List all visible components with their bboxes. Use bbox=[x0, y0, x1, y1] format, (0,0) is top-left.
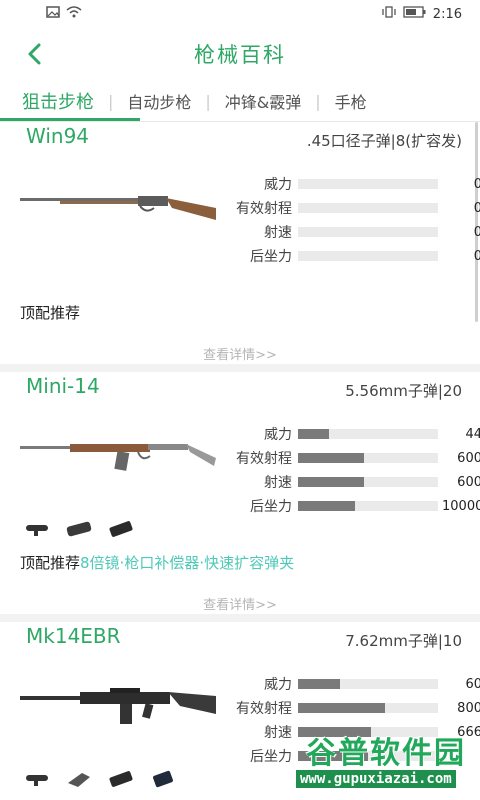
stat-value: 60 bbox=[465, 676, 480, 692]
stat-bar-fill bbox=[298, 429, 329, 439]
status-bar: 2:16 bbox=[0, 0, 480, 28]
tab-divider: | bbox=[205, 91, 211, 111]
gun-ammo: 7.62mm子弹|10 bbox=[345, 632, 462, 650]
recommend-label: 顶配推荐 bbox=[20, 554, 81, 572]
gun-card-mini14[interactable]: Mini-14 5.56mm子弹|20 威力 44 有效射程 600 射速 600 后坐力 1… bbox=[0, 372, 480, 620]
wifi-icon bbox=[66, 6, 82, 22]
vibrate-icon bbox=[381, 6, 397, 22]
chevron-left-icon bbox=[28, 43, 41, 65]
tab-assault-rifle[interactable]: 自动步枪 bbox=[127, 89, 191, 113]
stat-bar bbox=[298, 501, 438, 511]
stat-value: 10000 bbox=[442, 498, 480, 514]
stat-bar-fill bbox=[298, 679, 340, 689]
card-separator bbox=[0, 614, 480, 622]
scope-icon[interactable] bbox=[22, 766, 52, 792]
stat-bar bbox=[298, 453, 438, 463]
stat-label: 后坐力 bbox=[250, 749, 292, 765]
stat-row: 威力 0 bbox=[222, 174, 480, 194]
back-button[interactable] bbox=[22, 40, 50, 68]
gun-ammo: 5.56mm子弹|20 bbox=[345, 382, 462, 400]
stock-icon[interactable] bbox=[64, 766, 94, 792]
stat-value: 600 bbox=[457, 474, 480, 490]
accessories-row bbox=[22, 766, 178, 792]
accessories-row bbox=[22, 516, 136, 542]
stat-value: 0 bbox=[473, 200, 480, 216]
stat-label: 射速 bbox=[264, 475, 292, 491]
muzzle-icon[interactable] bbox=[64, 516, 94, 542]
view-details-link[interactable]: 查看详情>> bbox=[0, 594, 480, 613]
stat-label: 射速 bbox=[264, 725, 292, 741]
stat-value: 0 bbox=[473, 248, 480, 264]
stat-row: 射速 0 bbox=[222, 222, 480, 242]
stat-value: 44 bbox=[465, 426, 480, 442]
stat-row: 后坐力 0 bbox=[222, 246, 480, 266]
stat-label: 有效射程 bbox=[236, 201, 292, 217]
stat-value: 800 bbox=[457, 700, 480, 716]
stat-value: 0 bbox=[473, 176, 480, 192]
stat-bar bbox=[298, 703, 438, 713]
stat-row: 后坐力 10000 bbox=[222, 496, 480, 516]
magazine-icon[interactable] bbox=[106, 516, 136, 542]
stat-bar bbox=[298, 203, 438, 213]
battery-icon bbox=[403, 6, 427, 22]
stat-bar bbox=[298, 679, 438, 689]
stat-label: 威力 bbox=[264, 427, 292, 443]
watermark-brand: 谷普软件园 bbox=[306, 736, 466, 771]
magazine-icon[interactable] bbox=[148, 766, 178, 792]
tab-sniper-rifle[interactable]: 狙击步枪 bbox=[22, 88, 94, 114]
stat-bar bbox=[298, 251, 438, 261]
page-title: 枪械百科 bbox=[194, 43, 286, 67]
status-time: 2:16 bbox=[432, 6, 462, 22]
watermark: 谷普软件园 www.gupuxiazai.com bbox=[296, 728, 476, 798]
tab-divider: | bbox=[315, 91, 321, 111]
stat-label: 射速 bbox=[264, 225, 292, 241]
tab-smg-shotgun[interactable]: 冲锋&霰弹 bbox=[225, 89, 301, 113]
magazine-icon[interactable] bbox=[106, 766, 136, 792]
view-details-link[interactable]: 查看详情>> bbox=[0, 344, 480, 363]
header: 枪械百科 bbox=[0, 28, 480, 80]
gun-ammo: .45口径子弹|8(扩容发) bbox=[306, 132, 462, 150]
stat-row: 威力 44 bbox=[222, 424, 480, 444]
stat-bar bbox=[298, 179, 438, 189]
category-tabs: 狙击步枪 | 自动步枪 | 冲锋&霰弹 | 手枪 bbox=[0, 84, 480, 118]
gun-card-win94[interactable]: Win94 .45口径子弹|8(扩容发) 威力 0 有效射程 0 射速 0 后坐力 0 顶配推… bbox=[0, 122, 480, 370]
stat-label: 威力 bbox=[264, 677, 292, 693]
stat-value: 0 bbox=[473, 224, 480, 240]
gun-name: Mini-14 bbox=[26, 374, 100, 398]
stat-bar-fill bbox=[298, 453, 364, 463]
image-notification-icon bbox=[46, 6, 60, 22]
stat-row: 有效射程 800 bbox=[222, 698, 480, 718]
stat-bar-fill bbox=[298, 501, 355, 511]
recommend-items: 8倍镜·枪口补偿器·快速扩容弹夹 bbox=[80, 554, 295, 572]
gun-image bbox=[20, 438, 220, 482]
card-separator bbox=[0, 364, 480, 372]
stat-label: 后坐力 bbox=[250, 249, 292, 265]
gun-name: Mk14EBR bbox=[26, 624, 121, 648]
stat-row: 射速 600 bbox=[222, 472, 480, 492]
scope-icon[interactable] bbox=[22, 516, 52, 542]
stat-bar bbox=[298, 429, 438, 439]
gun-image bbox=[20, 192, 220, 232]
stat-label: 有效射程 bbox=[236, 701, 292, 717]
stat-row: 有效射程 600 bbox=[222, 448, 480, 468]
tab-divider: | bbox=[108, 91, 114, 111]
stat-row: 有效射程 0 bbox=[222, 198, 480, 218]
stat-bar bbox=[298, 227, 438, 237]
watermark-url: www.gupuxiazai.com bbox=[296, 770, 456, 788]
stat-value: 600 bbox=[457, 450, 480, 466]
recommend-label: 顶配推荐 bbox=[20, 304, 81, 322]
gun-image bbox=[20, 686, 220, 734]
stat-label: 有效射程 bbox=[236, 451, 292, 467]
tab-pistol[interactable]: 手枪 bbox=[335, 89, 367, 113]
stat-bar-fill bbox=[298, 477, 364, 487]
stat-label: 威力 bbox=[264, 177, 292, 193]
stat-bar-fill bbox=[298, 703, 385, 713]
gun-name: Win94 bbox=[26, 124, 90, 148]
stat-label: 后坐力 bbox=[250, 499, 292, 515]
stat-bar bbox=[298, 477, 438, 487]
stat-row: 威力 60 bbox=[222, 674, 480, 694]
